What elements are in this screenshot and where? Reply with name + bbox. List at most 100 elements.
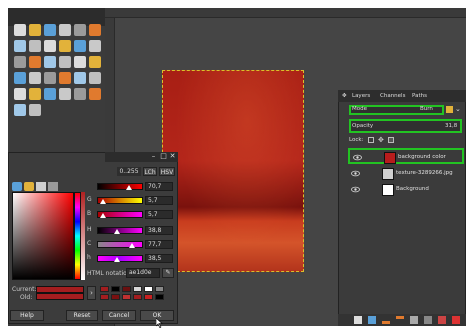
cancel-button[interactable]: Cancel	[102, 310, 136, 321]
slider-marker[interactable]	[100, 199, 107, 204]
history-swatch[interactable]	[133, 286, 142, 292]
lower-layer-icon[interactable]	[396, 316, 404, 324]
minimize-icon[interactable]: –	[150, 153, 157, 160]
history-swatch[interactable]	[155, 286, 164, 292]
mode-value[interactable]: Burn	[420, 106, 433, 112]
cmyk-selector-icon[interactable]	[24, 182, 34, 191]
history-swatch[interactable]	[111, 294, 120, 300]
history-swatch[interactable]	[133, 294, 142, 300]
raise-layer-icon[interactable]	[382, 316, 390, 324]
slider-marker[interactable]	[126, 185, 133, 190]
blur-icon[interactable]	[89, 88, 101, 100]
flip-icon[interactable]	[59, 56, 71, 68]
image-canvas[interactable]	[162, 70, 304, 272]
range-0-255-button[interactable]: 0..255	[117, 167, 141, 176]
history-swatch[interactable]	[155, 294, 164, 300]
red-value-field[interactable]: 70,7	[145, 182, 173, 191]
red-slider[interactable]	[97, 183, 143, 190]
help-button[interactable]: Help	[10, 310, 44, 321]
color-select-icon[interactable]	[74, 24, 86, 36]
history-swatch[interactable]	[100, 294, 109, 300]
history-swatch[interactable]	[111, 286, 120, 292]
move-icon[interactable]	[44, 40, 56, 52]
alpha-strip[interactable]	[81, 192, 85, 280]
history-swatch[interactable]	[122, 294, 131, 300]
dialog-titlebar[interactable]: – □ ✕	[105, 152, 178, 162]
layer-row-background-color[interactable]: background color	[348, 148, 464, 164]
lightness-slider[interactable]	[97, 227, 143, 234]
blend-icon[interactable]	[44, 72, 56, 84]
slider-marker[interactable]	[100, 213, 107, 218]
tab-layers[interactable]: Layers	[352, 93, 370, 99]
green-slider[interactable]	[97, 197, 143, 204]
slider-marker[interactable]	[129, 243, 136, 248]
shear-icon[interactable]	[29, 56, 41, 68]
tab-paths[interactable]: Paths	[412, 93, 427, 99]
mask-icon[interactable]	[438, 316, 446, 324]
bucket-fill-icon[interactable]	[29, 72, 41, 84]
lasso-icon[interactable]	[44, 24, 56, 36]
green-value-field[interactable]: 5,7	[145, 196, 173, 205]
lock-alpha-icon[interactable]	[388, 137, 394, 143]
airbrush-icon[interactable]	[14, 88, 26, 100]
gimp-selector-icon[interactable]	[12, 182, 22, 191]
anchor-layer-icon[interactable]	[424, 316, 432, 324]
paintbrush-icon[interactable]	[74, 72, 86, 84]
chroma-slider[interactable]	[97, 241, 143, 248]
lock-position-icon[interactable]: ✥	[378, 136, 384, 144]
delete-layer-icon[interactable]	[452, 316, 460, 324]
tab-channels[interactable]: Channels	[380, 93, 405, 99]
new-layer-icon[interactable]	[354, 316, 362, 324]
blue-value-field[interactable]: 5,7	[145, 210, 173, 219]
duplicate-layer-icon[interactable]	[410, 316, 418, 324]
history-swatch[interactable]	[100, 286, 109, 292]
history-swatch[interactable]	[144, 286, 153, 292]
heal-icon[interactable]	[59, 88, 71, 100]
cage-icon[interactable]	[89, 56, 101, 68]
hue-value-field[interactable]: 38,5	[145, 254, 173, 263]
scissors-icon[interactable]	[89, 24, 101, 36]
pencil-icon[interactable]	[59, 72, 71, 84]
reset-button[interactable]: Reset	[66, 310, 98, 321]
html-notation-input[interactable]: ae1d0e	[126, 268, 160, 278]
color-picker-square[interactable]	[12, 192, 74, 280]
color-picker-icon[interactable]	[29, 104, 41, 116]
history-swatch[interactable]	[144, 294, 153, 300]
lightness-value-field[interactable]: 38,8	[145, 226, 173, 235]
align-icon[interactable]	[59, 40, 71, 52]
swap-arrow-icon[interactable]: ›	[87, 286, 96, 300]
watercolor-selector-icon[interactable]	[36, 182, 46, 191]
lch-button[interactable]: LCh	[143, 167, 157, 176]
hue-strip[interactable]	[74, 192, 81, 280]
paths-icon[interactable]	[29, 40, 41, 52]
eraser-icon[interactable]	[89, 72, 101, 84]
smudge-icon[interactable]	[74, 88, 86, 100]
slider-marker[interactable]	[113, 229, 120, 234]
text-icon[interactable]	[74, 56, 86, 68]
opacity-value[interactable]: 31,8	[445, 123, 457, 129]
clone-icon[interactable]	[44, 88, 56, 100]
eye-icon[interactable]	[351, 186, 360, 193]
foreground-select-icon[interactable]	[14, 40, 26, 52]
layer-row-background[interactable]: Background	[348, 182, 464, 198]
chevron-down-icon[interactable]: ⌄	[455, 105, 461, 113]
ellipse-select-icon[interactable]	[29, 24, 41, 36]
history-swatch[interactable]	[122, 286, 131, 292]
horizontal-ruler[interactable]	[105, 8, 466, 18]
new-group-icon[interactable]	[368, 316, 376, 324]
chroma-value-field[interactable]: 77,7	[145, 240, 173, 249]
ink-icon[interactable]	[29, 88, 41, 100]
crop-icon[interactable]	[74, 40, 86, 52]
rect-select-icon[interactable]	[14, 24, 26, 36]
warp-icon[interactable]	[14, 72, 26, 84]
color-picker-icon[interactable]: ✎	[162, 268, 174, 278]
fuzzy-select-icon[interactable]	[59, 24, 71, 36]
scale-icon[interactable]	[14, 56, 26, 68]
eye-icon[interactable]	[351, 170, 360, 177]
tab-drag-handle-icon[interactable]: ✥	[342, 93, 347, 99]
close-icon[interactable]: ✕	[169, 153, 176, 160]
slider-marker[interactable]	[113, 257, 120, 262]
lock-pixels-icon[interactable]	[368, 137, 374, 143]
hsv-button[interactable]: HSV	[159, 167, 175, 176]
hue-slider[interactable]	[97, 255, 143, 262]
